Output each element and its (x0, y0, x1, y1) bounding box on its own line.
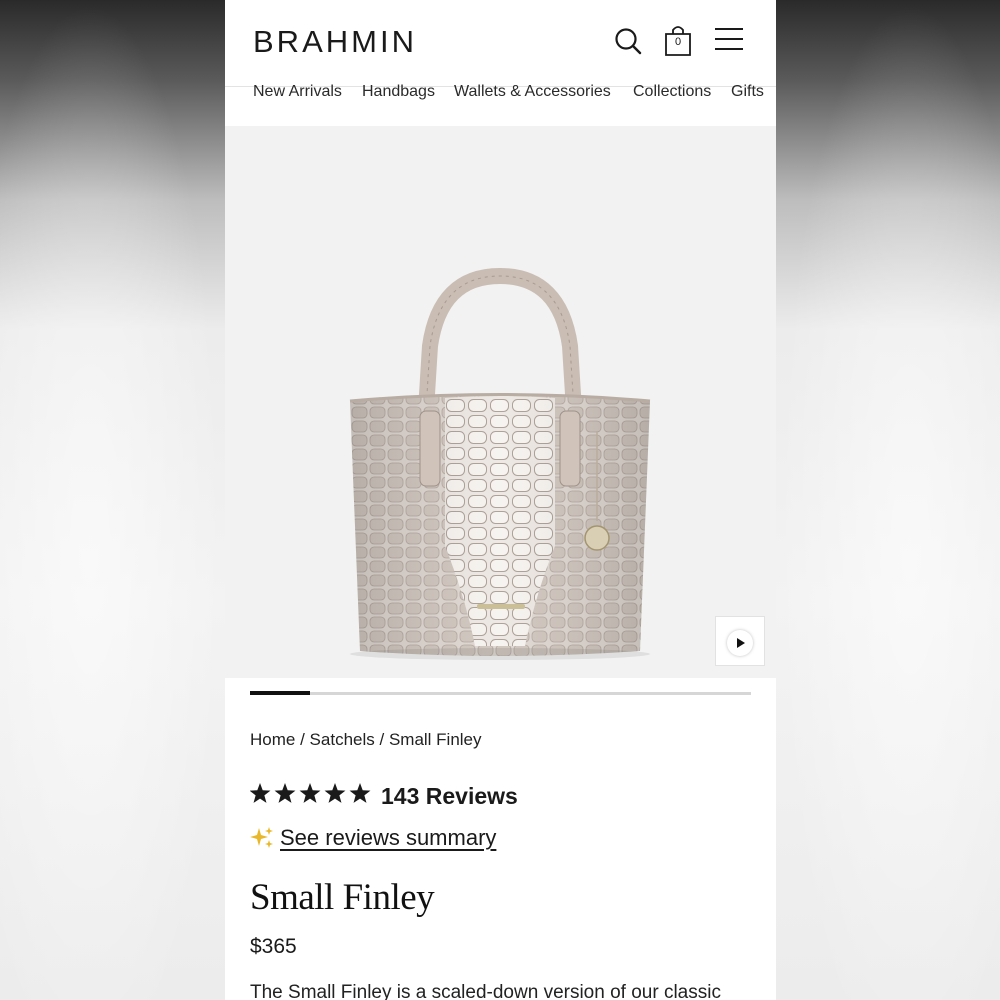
sparkle-icon (250, 827, 273, 848)
site-header: BRAHMIN 0 (225, 0, 776, 87)
star-icon (250, 783, 271, 803)
gallery-progress-indicator (250, 691, 311, 695)
cart-count: 0 (674, 36, 682, 48)
breadcrumb-separator: / (379, 730, 389, 749)
nav-new-arrivals[interactable]: New Arrivals (253, 83, 342, 101)
breadcrumb-home[interactable]: Home (250, 730, 295, 749)
breadcrumb-current: Small Finley (388, 730, 482, 749)
product-price: $365 (250, 935, 297, 958)
background-right (776, 0, 1000, 1000)
nav-handbags[interactable]: Handbags (362, 83, 435, 101)
category-nav: New Arrivals Handbags Wallets & Accessor… (225, 80, 776, 120)
cart-button[interactable]: 0 (663, 24, 699, 60)
star-icon (299, 783, 321, 803)
nav-collections[interactable]: Collections (633, 83, 711, 101)
play-icon (727, 630, 753, 656)
star-rating-icons (250, 783, 371, 803)
search-button[interactable] (611, 24, 647, 60)
star-icon (274, 783, 296, 803)
star-icon (349, 783, 371, 803)
product-description: The Small Finley is a scaled-down versio… (250, 982, 721, 1000)
see-reviews-summary-link[interactable]: See reviews summary (280, 825, 496, 851)
menu-button[interactable] (713, 24, 749, 60)
mobile-page: BRAHMIN 0 New Arrivals Handbags Wallets … (225, 0, 776, 1000)
gallery-progress-bar (250, 691, 751, 695)
nav-gifts[interactable]: Gifts (731, 83, 764, 101)
nav-wallets-accessories[interactable]: Wallets & Accessories (454, 83, 611, 101)
background-left (0, 0, 225, 1000)
video-thumbnail-button[interactable] (715, 616, 765, 666)
reviews-count[interactable]: 143 Reviews (381, 783, 518, 810)
brand-logo[interactable]: BRAHMIN (253, 24, 417, 60)
handbag-product-image (349, 267, 651, 660)
breadcrumb-separator: / (300, 730, 310, 749)
breadcrumb-satchels[interactable]: Satchels (310, 730, 375, 749)
hamburger-menu-icon (715, 28, 743, 50)
search-icon (615, 28, 642, 55)
star-icon (324, 783, 346, 803)
breadcrumb: Home / Satchels / Small Finley (250, 730, 482, 750)
product-image-gallery[interactable] (225, 126, 776, 678)
product-title: Small Finley (250, 877, 435, 918)
